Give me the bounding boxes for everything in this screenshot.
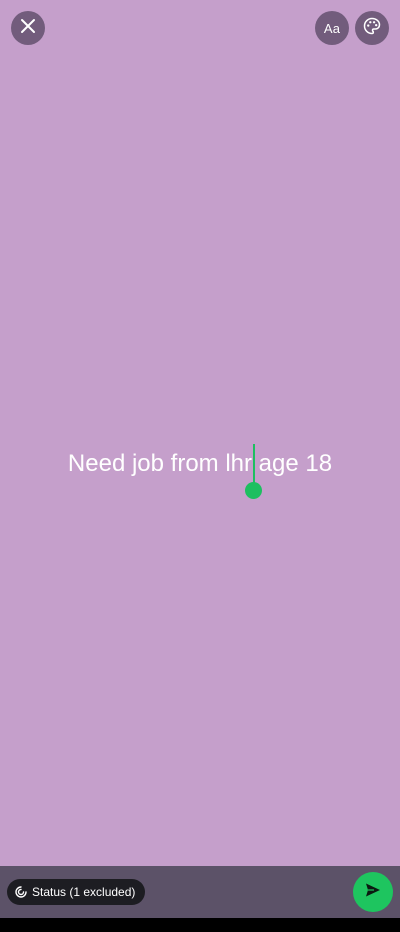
text-cursor	[253, 444, 255, 484]
status-audience-label: Status (1 excluded)	[32, 885, 136, 899]
send-button[interactable]	[353, 872, 393, 912]
palette-icon	[362, 16, 382, 41]
status-audience-button[interactable]: Status (1 excluded)	[7, 879, 146, 905]
font-style-button[interactable]: Aa	[315, 11, 349, 45]
font-style-label: Aa	[323, 20, 341, 36]
close-button[interactable]	[11, 11, 45, 45]
status-text-input[interactable]: Need job from lhr age 18	[0, 448, 400, 480]
system-navigation-bar	[0, 918, 400, 932]
status-canvas[interactable]	[0, 0, 400, 866]
send-icon	[365, 882, 381, 903]
cursor-handle[interactable]	[245, 482, 262, 499]
close-icon	[20, 18, 36, 39]
palette-button[interactable]	[355, 11, 389, 45]
status-audience-icon	[15, 886, 27, 898]
